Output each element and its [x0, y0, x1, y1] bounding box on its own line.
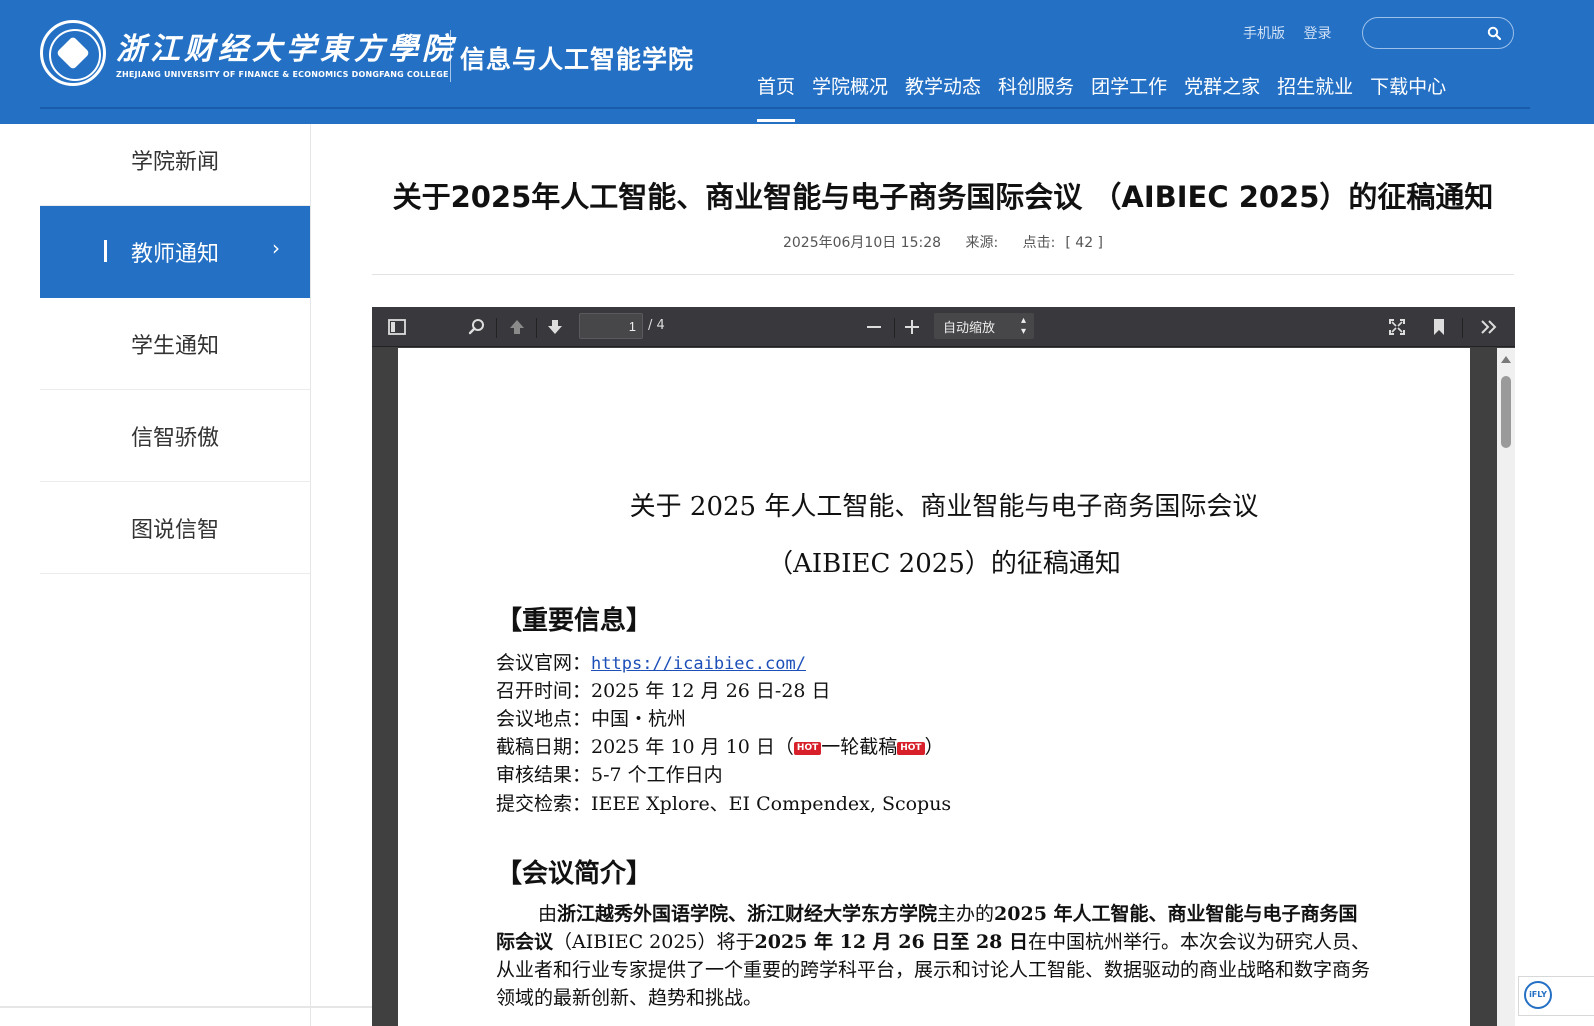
- fullscreen-icon[interactable]: [1387, 317, 1407, 337]
- article-clicks: [ 42 ]: [1065, 235, 1104, 251]
- nav-student-work[interactable]: 团学工作: [1091, 72, 1167, 122]
- doc-review-line: 审核结果：5-7 个工作日内: [496, 764, 723, 786]
- nav-research[interactable]: 科创服务: [998, 72, 1074, 122]
- find-search-icon[interactable]: [467, 317, 487, 337]
- nav-home[interactable]: 首页: [757, 72, 796, 122]
- toolbar-separator: [496, 318, 497, 338]
- sidebar-item-label: 教师通知: [131, 242, 220, 267]
- doc-website-line: 会议官网：https://icaibiec.com/: [496, 648, 806, 675]
- intro-dates: 2025 年 12 月 26 日至 28 日: [754, 931, 1029, 953]
- zoom-in-icon[interactable]: [902, 317, 922, 337]
- header-divider: [40, 107, 1530, 109]
- doc-deadline-suffix: ）: [924, 736, 944, 758]
- sidebar: 学院新闻 教师通知 › 学生通知 信智骄傲 图说信智: [40, 114, 310, 574]
- hot-badge: HOT: [793, 741, 822, 755]
- doc-website-label: 会议官网：: [496, 652, 592, 674]
- page-down-icon[interactable]: [545, 317, 565, 337]
- pdf-toolbar: / 4 自动缩放 ▴▾: [372, 307, 1515, 347]
- school-name-logo[interactable]: 浙江财经大学東方學院: [116, 24, 456, 68]
- sidebar-item-college-news[interactable]: 学院新闻: [40, 114, 310, 206]
- doc-intro-paragraph: 由浙江越秀外国语学院、浙江财经大学东方学院主办的2025 年人工智能、商业智能与…: [496, 900, 1374, 1012]
- doc-section-intro: 【会议简介】: [496, 859, 653, 889]
- college-name[interactable]: 信息与人工智能学院: [460, 40, 694, 76]
- search-box: [1362, 17, 1514, 49]
- ifly-logo-icon[interactable]: iFLY: [1524, 981, 1552, 1009]
- search-input[interactable]: [1375, 24, 1483, 42]
- logo-divider: [450, 30, 451, 82]
- sidebar-divider: [310, 124, 311, 1026]
- doc-index-line: 提交检索：IEEE Xplore、EI Compendex, Scopus: [496, 793, 952, 815]
- bookmark-icon[interactable]: [1429, 317, 1449, 337]
- site-header: 浙江财经大学東方學院 ZHEJIANG UNIVERSITY OF FINANC…: [0, 0, 1594, 124]
- pdf-viewer: / 4 自动缩放 ▴▾ 关于 2025 年人工智能、商业智能与电子商务国际会议 …: [372, 307, 1515, 1026]
- doc-section-important-info: 【重要信息】: [496, 606, 653, 636]
- article-source-label: 来源:: [965, 235, 999, 251]
- sidebar-item-teacher-notices[interactable]: 教师通知 ›: [40, 206, 310, 298]
- doc-time-line: 召开时间：2025 年 12 月 26 日-28 日: [496, 680, 831, 702]
- sidebar-item-label: 图说信智: [131, 518, 220, 543]
- article-title: 关于2025年人工智能、商业智能与电子商务国际会议 （AIBIEC 2025）的…: [392, 180, 1494, 214]
- page-up-icon[interactable]: [507, 317, 527, 337]
- doc-deadline-mid: 一轮截稿: [821, 736, 898, 758]
- intro-text: （AIBIEC 2025）将于: [553, 931, 755, 953]
- doc-title-line2: （AIBIEC 2025）的征稿通知: [767, 549, 1121, 579]
- scroll-up-arrow-icon[interactable]: [1501, 356, 1511, 363]
- article-clicks-label: 点击:: [1022, 235, 1056, 251]
- top-links: 手机版 登录: [1243, 23, 1345, 43]
- sidebar-item-pride[interactable]: 信智骄傲: [40, 390, 310, 482]
- sidebar-toggle-icon[interactable]: [387, 317, 407, 337]
- doc-deadline-prefix: 截稿日期：2025 年 10 月 10 日（: [496, 736, 794, 758]
- page-number-input[interactable]: [579, 313, 643, 339]
- bottom-divider: [0, 1006, 372, 1008]
- main-nav: 首页 学院概况 教学动态 科创服务 团学工作 党群之家 招生就业 下载中心: [757, 72, 1463, 122]
- school-emblem-icon[interactable]: [40, 20, 106, 86]
- nav-party[interactable]: 党群之家: [1184, 72, 1260, 122]
- doc-title-line1: 关于 2025 年人工智能、商业智能与电子商务国际会议: [629, 492, 1259, 522]
- school-name-en: ZHEJIANG UNIVERSITY OF FINANCE & ECONOMI…: [116, 70, 449, 79]
- nav-about[interactable]: 学院概况: [812, 72, 888, 122]
- article-meta: 2025年06月10日 15:28 来源: 点击: [ 42 ]: [372, 232, 1514, 252]
- intro-organizers: 浙江越秀外国语学院、浙江财经大学东方学院: [557, 903, 938, 925]
- pdf-page: 关于 2025 年人工智能、商业智能与电子商务国际会议 （AIBIEC 2025…: [398, 348, 1470, 1026]
- search-icon[interactable]: [1487, 26, 1501, 40]
- mobile-version-link[interactable]: 手机版: [1243, 26, 1285, 42]
- hot-badge: HOT: [897, 741, 925, 755]
- pdf-scrollbar[interactable]: [1497, 348, 1515, 1026]
- toolbar-separator: [1462, 318, 1463, 338]
- intro-text: 主办的: [937, 903, 995, 925]
- zoom-out-icon[interactable]: [864, 317, 884, 337]
- zoom-select[interactable]: 自动缩放 ▴ ▾: [934, 313, 1034, 339]
- more-tools-icon[interactable]: [1479, 317, 1499, 337]
- sidebar-item-label: 学院新闻: [131, 150, 220, 175]
- doc-deadline-line: 截稿日期：2025 年 10 月 10 日（ HOT 一轮截稿 HOT）: [496, 732, 944, 759]
- nav-admission[interactable]: 招生就业: [1277, 72, 1353, 122]
- meta-divider: [372, 274, 1514, 275]
- ifly-widget[interactable]: iFLY: [1518, 976, 1594, 1016]
- conference-website-link[interactable]: https://icaibiec.com/: [591, 654, 806, 674]
- chevron-right-icon: ›: [272, 236, 280, 260]
- toolbar-separator: [536, 318, 537, 338]
- nav-teaching[interactable]: 教学动态: [905, 72, 981, 122]
- article-date: 2025年06月10日 15:28: [782, 235, 942, 251]
- login-link[interactable]: 登录: [1303, 26, 1331, 42]
- sidebar-item-label: 学生通知: [131, 334, 220, 359]
- intro-text: 由: [538, 903, 558, 925]
- scrollbar-thumb[interactable]: [1501, 376, 1511, 448]
- nav-downloads[interactable]: 下载中心: [1370, 72, 1446, 122]
- toolbar-separator: [894, 318, 895, 338]
- doc-location-line: 会议地点：中国・杭州: [496, 708, 687, 730]
- sidebar-item-gallery[interactable]: 图说信智: [40, 482, 310, 574]
- updown-caret-icon: ▴ ▾: [1020, 315, 1026, 337]
- sidebar-item-label: 信智骄傲: [131, 426, 220, 451]
- active-indicator: [104, 240, 107, 262]
- zoom-value: 自动缩放: [943, 321, 996, 336]
- sidebar-item-student-notices[interactable]: 学生通知: [40, 298, 310, 390]
- page-total: / 4: [648, 318, 665, 333]
